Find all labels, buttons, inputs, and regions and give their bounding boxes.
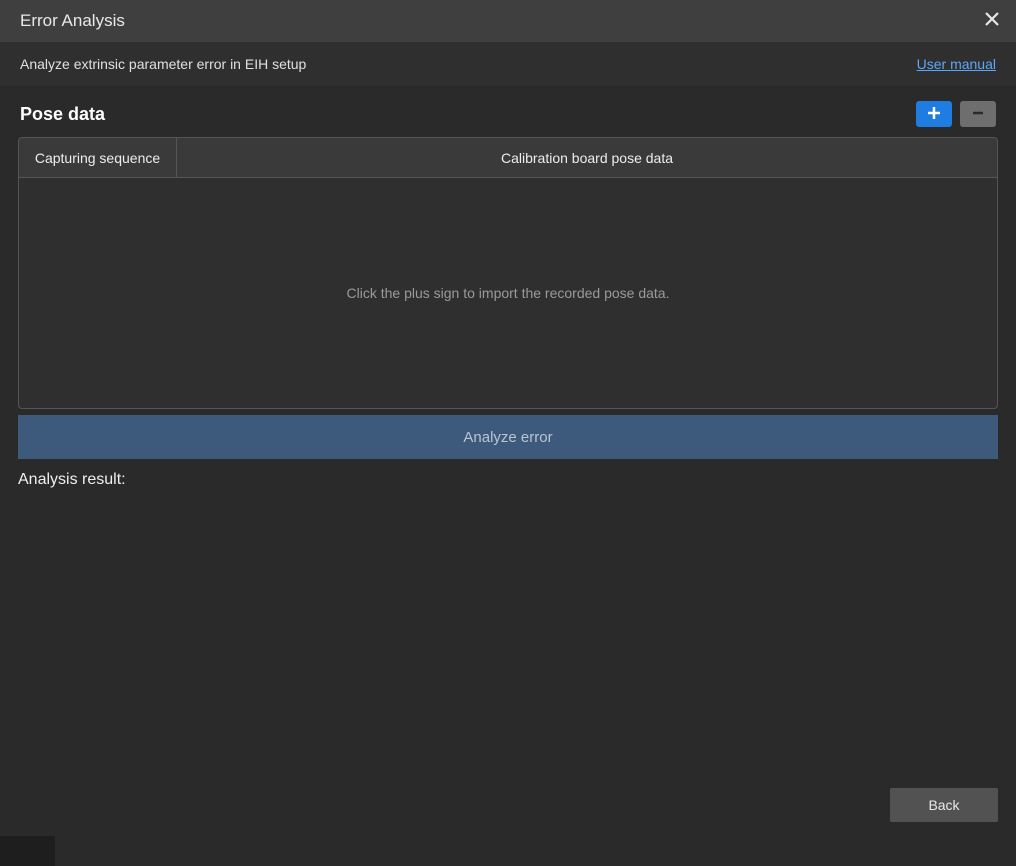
close-button[interactable] [980,9,1004,33]
window-title: Error Analysis [20,11,125,31]
pose-data-table: Capturing sequence Calibration board pos… [18,137,998,409]
user-manual-link[interactable]: User manual [917,56,996,72]
analysis-result-area [18,489,998,763]
analysis-result-label: Analysis result: [18,471,998,489]
column-header-calibration[interactable]: Calibration board pose data [177,138,997,177]
analyze-error-button[interactable]: Analyze error [18,415,998,459]
pose-data-title: Pose data [20,104,105,125]
add-pose-button[interactable] [916,101,952,127]
back-button[interactable]: Back [890,788,998,822]
subheader-description: Analyze extrinsic parameter error in EIH… [20,56,306,72]
plus-icon [927,106,941,123]
remove-pose-button[interactable] [960,101,996,127]
column-header-sequence[interactable]: Capturing sequence [19,138,177,177]
close-icon [985,12,999,31]
empty-state-message: Click the plus sign to import the record… [347,285,670,301]
background-area [55,836,1016,866]
minus-icon [971,106,985,123]
